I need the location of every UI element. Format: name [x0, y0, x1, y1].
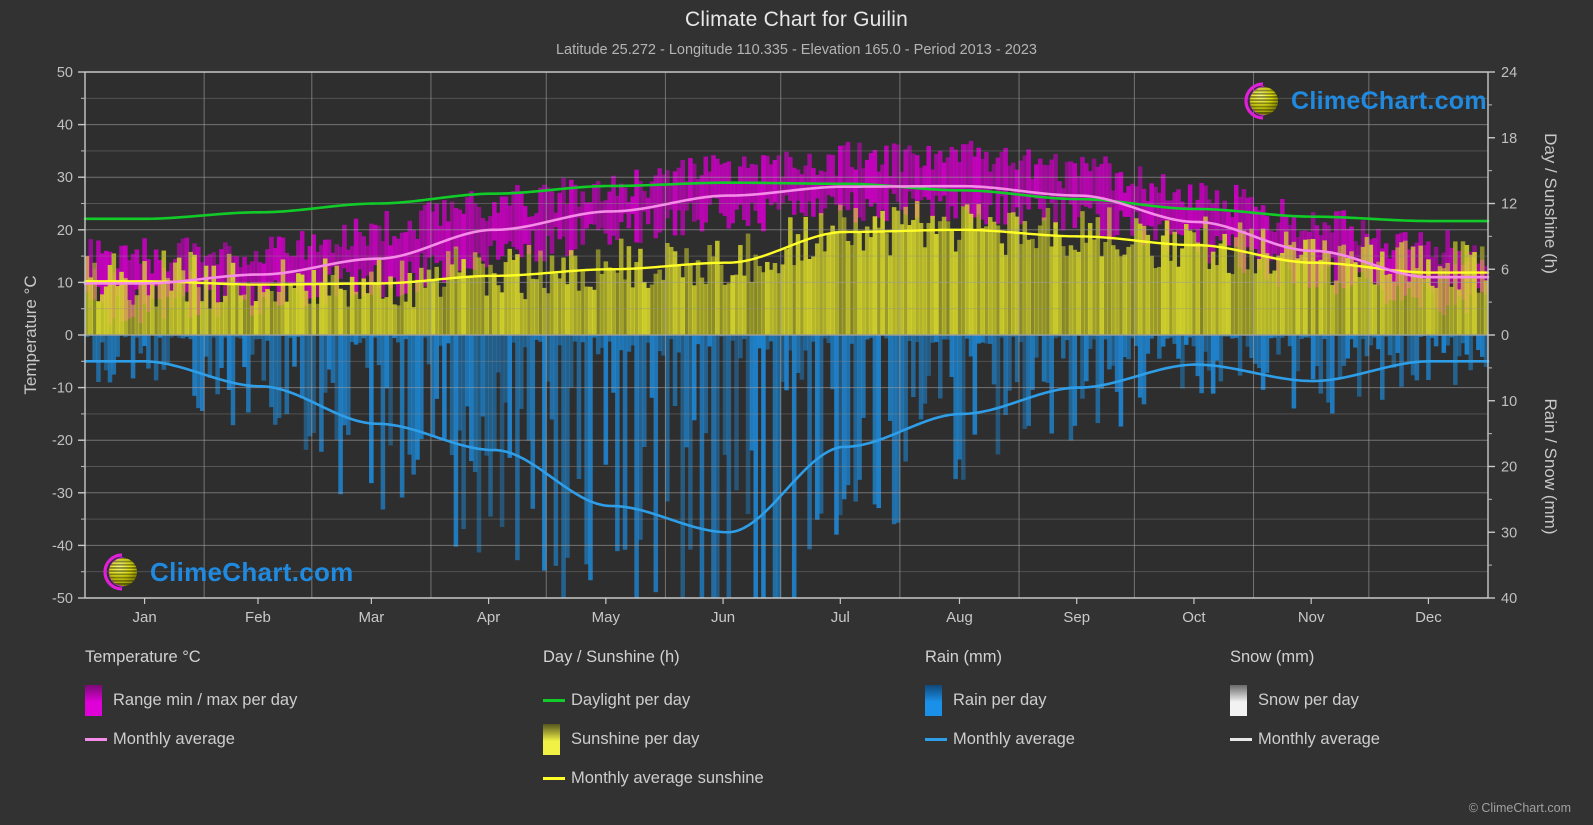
x-axis-month-label: Feb: [245, 609, 271, 626]
legend-item-label: Sunshine per day: [571, 730, 700, 748]
legend-group: Rain (mm) Rain per day Monthly average: [925, 648, 1075, 759]
climechart-logo-icon-2: [103, 553, 137, 591]
x-axis-month-label: Mar: [358, 609, 384, 626]
legend-item-label: Rain per day: [953, 691, 1047, 709]
watermark-text-top: ClimeChart.com: [1291, 86, 1487, 115]
right-top-axis-title: Day / Sunshine (h): [1541, 133, 1560, 274]
legend-item-label: Snow per day: [1258, 691, 1359, 709]
climate-chart-page: Climate Chart for Guilin Latitude 25.272…: [0, 0, 1593, 825]
left-axis-tick-label: -30: [52, 486, 73, 502]
legend-swatch-icon: [925, 685, 942, 716]
left-axis-tick-label: -10: [52, 381, 73, 397]
left-axis-tick-label: -40: [52, 538, 73, 554]
copyright-text: © ClimeChart.com: [1468, 801, 1571, 815]
right-top-axis-tick-label: 18: [1501, 131, 1517, 147]
x-axis-month-label: Jan: [132, 609, 156, 626]
legend-item[interactable]: Rain per day: [925, 681, 1075, 720]
legend-item[interactable]: Monthly average: [1230, 720, 1380, 759]
left-axis-title: Temperature °C: [21, 275, 40, 394]
legend-line-icon: [543, 777, 571, 780]
legend-line-icon: [543, 699, 571, 702]
watermark-logo-top: ClimeChart.com: [1233, 80, 1487, 122]
left-axis-tick-label: -20: [52, 433, 73, 449]
x-axis-month-label: Jul: [831, 609, 850, 626]
right-top-axis-tick-label: 24: [1501, 65, 1517, 81]
left-axis-tick-label: 10: [57, 275, 73, 291]
left-axis-tick-label: 50: [57, 65, 73, 81]
legend-swatch-icon: [543, 724, 560, 755]
x-axis-month-label: May: [592, 609, 621, 626]
right-bottom-axis-tick-label: 30: [1501, 525, 1517, 541]
legend-line-icon: [925, 738, 953, 741]
watermark-text-bottom: ClimeChart.com: [150, 556, 354, 587]
legend-item[interactable]: Monthly average: [925, 720, 1075, 759]
grid-lines: [84, 71, 1489, 599]
right-bottom-axis-tick-label: 40: [1501, 591, 1517, 607]
x-axis-month-label: Aug: [946, 609, 973, 626]
legend-item[interactable]: Monthly average sunshine: [543, 759, 764, 798]
legend-group-title: Temperature °C: [85, 648, 201, 666]
climechart-logo-icon: [1244, 82, 1278, 120]
legend-item-label: Monthly average: [113, 730, 235, 748]
x-axis-month-label: Oct: [1182, 609, 1206, 626]
legend-item[interactable]: Monthly average: [85, 720, 297, 759]
left-axis-tick-label: 40: [57, 118, 73, 134]
right-top-axis-tick-label: 6: [1501, 262, 1509, 278]
chart-legend: Temperature °C Range min / max per day Mon…: [0, 648, 1593, 825]
right-top-axis-tick-label: 12: [1501, 197, 1517, 213]
legend-group: Snow (mm) Snow per day Monthly average: [1230, 648, 1380, 759]
legend-group: Temperature °C Range min / max per day Mon…: [85, 648, 297, 759]
legend-item-label: Daylight per day: [571, 691, 691, 709]
legend-group: Day / Sunshine (h) Daylight per day Sunshi…: [543, 648, 764, 798]
legend-item-label: Monthly average sunshine: [571, 769, 764, 787]
legend-item-label: Monthly average: [953, 730, 1075, 748]
x-axis-month-label: Apr: [477, 609, 500, 626]
legend-line-icon: [85, 738, 113, 741]
left-axis-tick-label: 30: [57, 170, 73, 186]
x-axis-month-label: Dec: [1415, 609, 1442, 626]
legend-item[interactable]: Snow per day: [1230, 681, 1380, 720]
watermark-logo-bottom: ClimeChart.com: [92, 550, 354, 594]
left-axis-tick-label: 0: [65, 328, 73, 344]
right-bottom-axis-tick-label: 10: [1501, 394, 1517, 410]
left-axis-tick-label: -50: [52, 591, 73, 607]
left-axis-tick-label: 20: [57, 223, 73, 239]
right-top-axis-tick-label: 0: [1501, 328, 1509, 344]
legend-swatch-icon: [1230, 685, 1247, 716]
legend-swatch-icon: [85, 685, 102, 716]
legend-group-title: Rain (mm): [925, 648, 1002, 666]
x-axis-month-label: Sep: [1063, 609, 1090, 626]
legend-item[interactable]: Daylight per day: [543, 681, 764, 720]
legend-group-title: Day / Sunshine (h): [543, 648, 680, 666]
right-bottom-axis-tick-label: 20: [1501, 460, 1517, 476]
x-axis-month-label: Jun: [711, 609, 735, 626]
legend-item-label: Range min / max per day: [113, 691, 298, 709]
legend-group-title: Snow (mm): [1230, 648, 1315, 666]
x-axis-month-label: Nov: [1298, 609, 1325, 626]
legend-line-icon: [1230, 738, 1258, 741]
legend-item[interactable]: Sunshine per day: [543, 720, 764, 759]
legend-item[interactable]: Range min / max per day: [85, 681, 297, 720]
legend-item-label: Monthly average: [1258, 730, 1380, 748]
right-bottom-axis-title: Rain / Snow (mm): [1541, 398, 1560, 534]
